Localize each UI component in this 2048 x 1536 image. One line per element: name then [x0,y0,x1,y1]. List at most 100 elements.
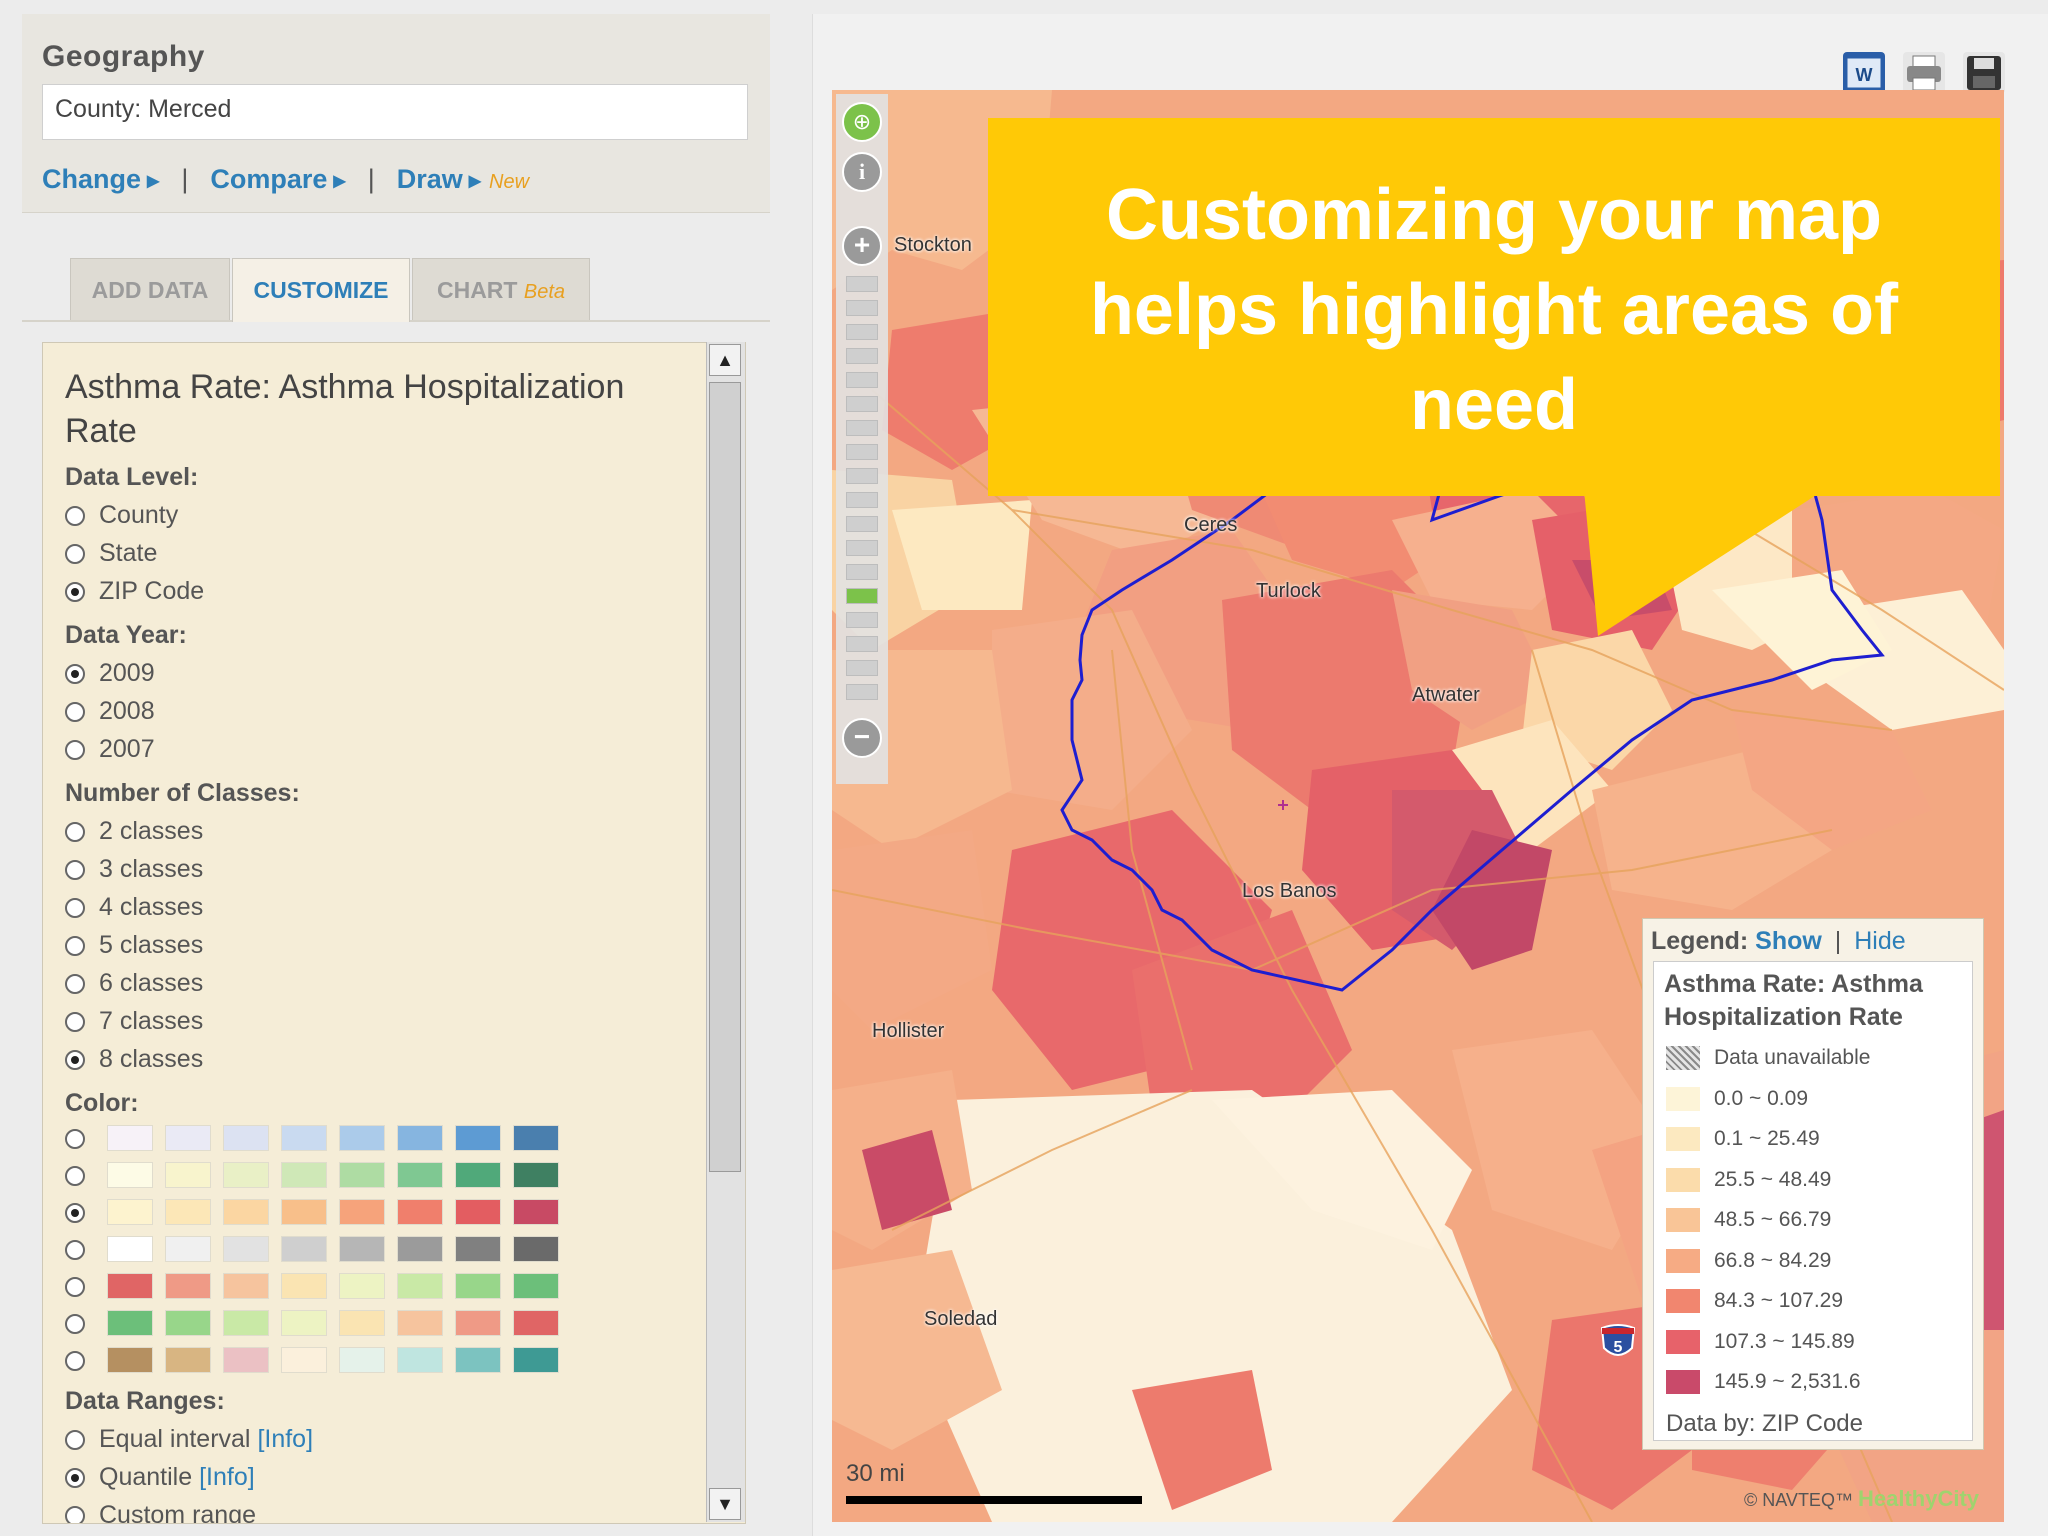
classes-8-radio[interactable]: 8 classes [65,1045,203,1074]
zoom-out-icon[interactable]: − [842,718,882,758]
svg-text:5: 5 [1614,1339,1623,1356]
zoom-level-step[interactable] [846,444,878,460]
place-label-hollister: Hollister [872,1020,945,1042]
zoom-level-step[interactable] [846,468,878,484]
classes-2-radio[interactable]: 2 classes [65,817,203,846]
color-swatch [339,1347,385,1373]
color-swatch [107,1236,153,1262]
color-palette-radio[interactable] [65,1129,85,1149]
zoom-level-current[interactable] [846,588,878,604]
scroll-down-icon[interactable]: ▼ [709,1488,741,1520]
data-level-county-radio[interactable]: County [65,501,178,530]
color-swatch [281,1310,327,1336]
data-year-label: Data Year: [65,621,187,649]
equal-interval-radio[interactable]: Equal interval [Info] [65,1425,313,1454]
zoom-level-step[interactable] [846,636,878,652]
color-palette-radio[interactable] [65,1203,85,1223]
legend-item-label: 145.9 ~ 2,531.6 [1714,1370,1861,1393]
custom-range-radio[interactable]: Custom range [65,1501,256,1523]
legend-hide-link[interactable]: Hide [1854,927,1905,955]
place-label-atwater: Atwater [1412,684,1480,706]
legend-item: 0.1 ~ 25.49 [1666,1127,1820,1157]
scroll-up-icon[interactable]: ▲ [709,344,741,376]
zoom-in-icon[interactable]: + [842,226,882,266]
legend-swatch [1666,1167,1700,1192]
color-palette-radio[interactable] [65,1314,85,1334]
quantile-info-link[interactable]: [Info] [199,1463,255,1491]
zoom-level-step[interactable] [846,420,878,436]
legend-item: 25.5 ~ 48.49 [1666,1168,1831,1198]
place-label-turlock: Turlock [1256,580,1321,602]
zoom-level-step[interactable] [846,396,878,412]
change-link[interactable]: Change ▶ [42,164,159,194]
legend-swatch [1666,1086,1700,1111]
play-icon: ▶ [147,172,160,190]
tab-customize[interactable]: CUSTOMIZE [232,258,410,322]
equal-interval-info-link[interactable]: [Info] [257,1425,313,1453]
legend-header: Legend: Show | Hide [1651,927,1906,955]
legend-show-link[interactable]: Show [1755,927,1822,955]
scroll-thumb[interactable] [709,382,741,1172]
legend-item: 48.5 ~ 66.79 [1666,1208,1831,1238]
zoom-level-step[interactable] [846,492,878,508]
zoom-level-step[interactable] [846,660,878,676]
color-swatch [397,1236,443,1262]
quantile-radio[interactable]: Quantile [Info] [65,1463,255,1492]
color-swatch [513,1347,559,1373]
legend-item-label: 25.5 ~ 48.49 [1714,1167,1832,1191]
geography-field[interactable]: County: Merced [42,84,748,140]
classes-3-radio[interactable]: 3 classes [65,855,203,884]
draw-link[interactable]: Draw ▶ [397,164,481,194]
zoom-level-step[interactable] [846,348,878,364]
map-nav-bar [836,94,888,784]
globe-icon[interactable]: ⊕ [842,102,882,142]
zoom-level-step[interactable] [846,564,878,580]
callout-line: helps highlight areas of [1089,270,1899,350]
classes-4-radio[interactable]: 4 classes [65,893,203,922]
classes-7-radio[interactable]: 7 classes [65,1007,203,1036]
zoom-level-step[interactable] [846,276,878,292]
color-palette-radio[interactable] [65,1277,85,1297]
color-swatch [281,1236,327,1262]
data-level-zip-radio[interactable]: ZIP Code [65,577,204,606]
compare-link[interactable]: Compare ▶ [210,164,345,194]
zoom-level-step[interactable] [846,324,878,340]
tab-add-data[interactable]: ADD DATA [70,258,230,320]
save-icon[interactable] [1963,52,2005,94]
info-icon[interactable]: i [842,152,882,192]
legend-item-label: 0.0 ~ 0.09 [1714,1086,1808,1110]
geography-links: Change ▶ | Compare ▶ | Draw ▶ New [42,164,529,195]
color-swatch [397,1347,443,1373]
print-icon[interactable] [1903,52,1945,94]
callout-tail [1584,490,1824,636]
data-ranges-label: Data Ranges: [65,1387,225,1415]
color-swatch [165,1199,211,1225]
link-separator: | [367,164,375,194]
data-year-2008-radio[interactable]: 2008 [65,697,155,726]
tab-chart[interactable]: CHART Beta [412,258,590,320]
data-level-state-radio[interactable]: State [65,539,157,568]
zoom-level-step[interactable] [846,684,878,700]
panel-scrollbar[interactable]: ▲ ▼ [706,342,745,1522]
data-year-2007-radio[interactable]: 2007 [65,735,155,764]
color-palette-radio[interactable] [65,1166,85,1186]
color-swatch [165,1162,211,1188]
zoom-level-step[interactable] [846,540,878,556]
color-palette-radio[interactable] [65,1351,85,1371]
zoom-level-step[interactable] [846,612,878,628]
color-swatch [165,1273,211,1299]
classes-6-radio[interactable]: 6 classes [65,969,203,998]
color-swatch [397,1310,443,1336]
color-swatch [455,1162,501,1188]
word-export-icon[interactable]: W [1843,52,1885,94]
place-label-stockton: Stockton [894,234,972,256]
zoom-level-step[interactable] [846,516,878,532]
zoom-level-step[interactable] [846,300,878,316]
zoom-level-step[interactable] [846,372,878,388]
classes-5-radio[interactable]: 5 classes [65,931,203,960]
color-swatch [513,1273,559,1299]
legend-item-label: 107.3 ~ 145.89 [1714,1329,1855,1353]
color-palette-radio[interactable] [65,1240,85,1260]
panel-tabs: ADD DATA CUSTOMIZE CHART Beta [22,258,770,322]
data-year-2009-radio[interactable]: 2009 [65,659,155,688]
